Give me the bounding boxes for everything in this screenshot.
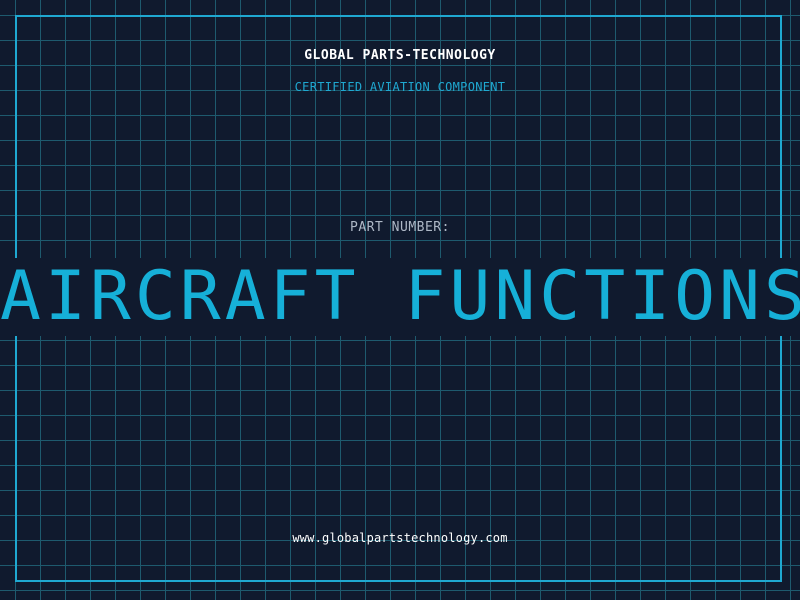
certification-tagline: CERTIFIED AVIATION COMPONENT — [294, 80, 506, 94]
part-card: GLOBAL PARTS-TECHNOLOGY CERTIFIED AVIATI… — [0, 0, 800, 600]
part-title: AIRCRAFT FUNCTIONS — [0, 258, 800, 336]
part-number-label: PART NUMBER: — [350, 220, 450, 235]
website-url: www.globalpartstechnology.com — [292, 531, 508, 545]
brand-name: GLOBAL PARTS-TECHNOLOGY — [304, 48, 496, 63]
part-title-band: AIRCRAFT FUNCTIONS — [0, 258, 800, 336]
